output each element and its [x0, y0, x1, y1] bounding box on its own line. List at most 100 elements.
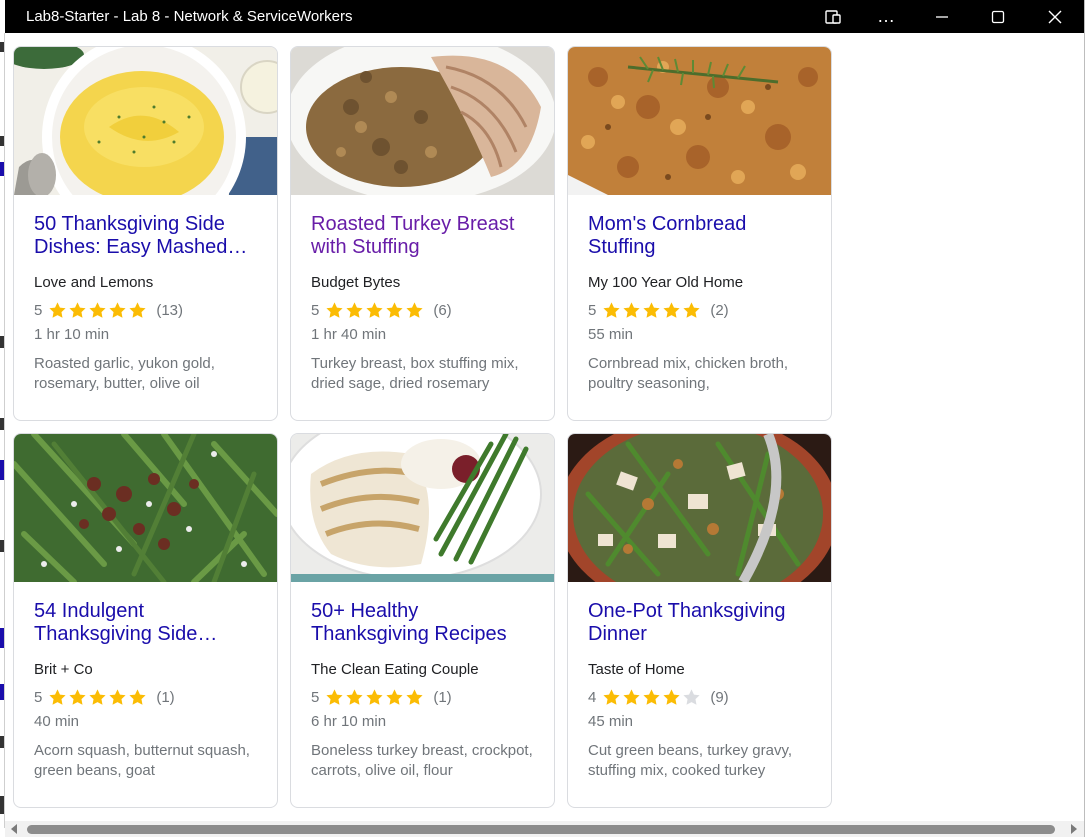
recipe-card[interactable]: 50 Thanksgiving Side Dishes: Easy Mashed…: [13, 46, 278, 421]
star-filled-icon: [109, 301, 126, 318]
window-right-border: [1084, 0, 1088, 837]
recipe-source: Brit + Co: [34, 661, 93, 678]
rating-value: 5: [34, 301, 43, 319]
star-filled-icon: [386, 301, 403, 318]
star-rating: [48, 301, 148, 320]
recipe-source: My 100 Year Old Home: [588, 274, 744, 291]
recipe-rating: 4 (9): [588, 686, 811, 708]
recipe-ingredients: Roasted garlic, yukon gold, rosemary, bu…: [34, 355, 215, 392]
recipe-source: Budget Bytes: [311, 274, 401, 291]
star-filled-icon: [663, 301, 680, 318]
recipe-title[interactable]: Mom's Cornbread Stuffing: [588, 213, 811, 259]
recipe-time: 1 hr 10 min: [34, 326, 110, 343]
recipe-time: 1 hr 40 min: [311, 326, 387, 343]
recipe-time: 40 min: [34, 713, 80, 730]
recipe-ingredients: Acorn squash, butternut squash, green be…: [34, 742, 250, 779]
star-rating: [48, 688, 148, 707]
star-filled-icon: [346, 688, 363, 705]
recipe-image-mashed-potatoes: [14, 47, 277, 195]
review-count: (13): [156, 301, 184, 319]
review-count: (1): [433, 688, 452, 706]
recipe-time: 55 min: [588, 326, 634, 343]
star-rating: [602, 688, 702, 707]
more-options-button[interactable]: …: [858, 0, 914, 33]
recipe-rating: 5 (1): [311, 686, 534, 708]
star-filled-icon: [326, 688, 343, 705]
recipe-ingredients: Cut green beans, turkey gravy, stuffing …: [588, 742, 792, 779]
recipe-rating: 5 (6): [311, 299, 534, 321]
star-filled-icon: [643, 301, 660, 318]
star-filled-icon: [69, 688, 86, 705]
star-filled-icon: [49, 688, 66, 705]
star-filled-icon: [129, 688, 146, 705]
close-button[interactable]: [1026, 0, 1084, 33]
star-filled-icon: [623, 301, 640, 318]
recipe-image-turkey-with-stuffing: [291, 47, 554, 195]
star-rating: [325, 301, 425, 320]
rating-value: 4: [588, 688, 597, 706]
recipe-image-cornbread-stuffing: [568, 47, 831, 195]
recipe-image-green-beans-pecans: [14, 434, 277, 582]
rating-value: 5: [34, 688, 43, 706]
star-filled-icon: [109, 688, 126, 705]
recipe-card[interactable]: Mom's Cornbread Stuffing My 100 Year Old…: [567, 46, 832, 421]
recipe-card[interactable]: 54 Indulgent Thanksgiving Side… Brit + C…: [13, 433, 278, 808]
scroll-left-arrow-icon[interactable]: [11, 824, 17, 834]
scrollbar-thumb[interactable]: [27, 825, 1055, 834]
star-filled-icon: [663, 688, 680, 705]
review-count: (1): [156, 688, 175, 706]
star-filled-icon: [386, 688, 403, 705]
recipe-source: The Clean Eating Couple: [311, 661, 479, 678]
recipe-rating: 5 (13): [34, 299, 257, 321]
star-filled-icon: [603, 301, 620, 318]
star-filled-icon: [623, 688, 640, 705]
recipe-title[interactable]: 50 Thanksgiving Side Dishes: Easy Mashed…: [34, 213, 257, 259]
recipe-card[interactable]: One-Pot Thanksgiving Dinner Taste of Hom…: [567, 433, 832, 808]
star-filled-icon: [406, 688, 423, 705]
maximize-button[interactable]: [970, 0, 1026, 33]
star-filled-icon: [643, 688, 660, 705]
review-count: (9): [710, 688, 729, 706]
recipe-image-one-pot-skillet: [568, 434, 831, 582]
recipe-time: 6 hr 10 min: [311, 713, 387, 730]
rating-value: 5: [311, 301, 320, 319]
star-filled-icon: [129, 301, 146, 318]
star-filled-icon: [69, 301, 86, 318]
recipe-card[interactable]: 50+ Healthy Thanksgiving Recipes The Cle…: [290, 433, 555, 808]
recipe-title[interactable]: 50+ Healthy Thanksgiving Recipes: [311, 600, 534, 646]
star-filled-icon: [366, 688, 383, 705]
star-filled-icon: [366, 301, 383, 318]
recipe-card[interactable]: Roasted Turkey Breast with Stuffing Budg…: [290, 46, 555, 421]
recipe-source: Love and Lemons: [34, 274, 154, 291]
window-title: Lab8-Starter - Lab 8 - Network & Service…: [26, 8, 353, 25]
star-empty-icon: [683, 688, 700, 705]
recipe-rating: 5 (1): [34, 686, 257, 708]
recipe-title[interactable]: Roasted Turkey Breast with Stuffing: [311, 213, 534, 259]
star-filled-icon: [89, 301, 106, 318]
minimize-button[interactable]: [914, 0, 970, 33]
recipe-rating: 5 (2): [588, 299, 811, 321]
clipped-page-content: [0, 36, 6, 826]
rating-value: 5: [588, 301, 597, 319]
star-rating: [325, 688, 425, 707]
window-left-border: [4, 33, 5, 828]
rating-value: 5: [311, 688, 320, 706]
star-filled-icon: [346, 301, 363, 318]
star-filled-icon: [406, 301, 423, 318]
scroll-right-arrow-icon[interactable]: [1071, 824, 1077, 834]
recipe-title[interactable]: 54 Indulgent Thanksgiving Side…: [34, 600, 257, 646]
star-filled-icon: [683, 301, 700, 318]
star-rating: [602, 301, 702, 320]
horizontal-scrollbar[interactable]: [5, 821, 1084, 837]
app-actions-icon[interactable]: [808, 0, 858, 33]
title-bar: Lab8-Starter - Lab 8 - Network & Service…: [5, 0, 1084, 33]
recipe-time: 45 min: [588, 713, 634, 730]
recipe-ingredients: Turkey breast, box stuffing mix, dried s…: [311, 355, 519, 392]
recipe-title[interactable]: One-Pot Thanksgiving Dinner: [588, 600, 811, 646]
recipe-ingredients: Cornbread mix, chicken broth, poultry se…: [588, 355, 789, 392]
star-filled-icon: [326, 301, 343, 318]
review-count: (2): [710, 301, 729, 319]
star-filled-icon: [603, 688, 620, 705]
recipe-ingredients: Boneless turkey breast, crockpot, carrot…: [311, 742, 533, 779]
star-filled-icon: [89, 688, 106, 705]
